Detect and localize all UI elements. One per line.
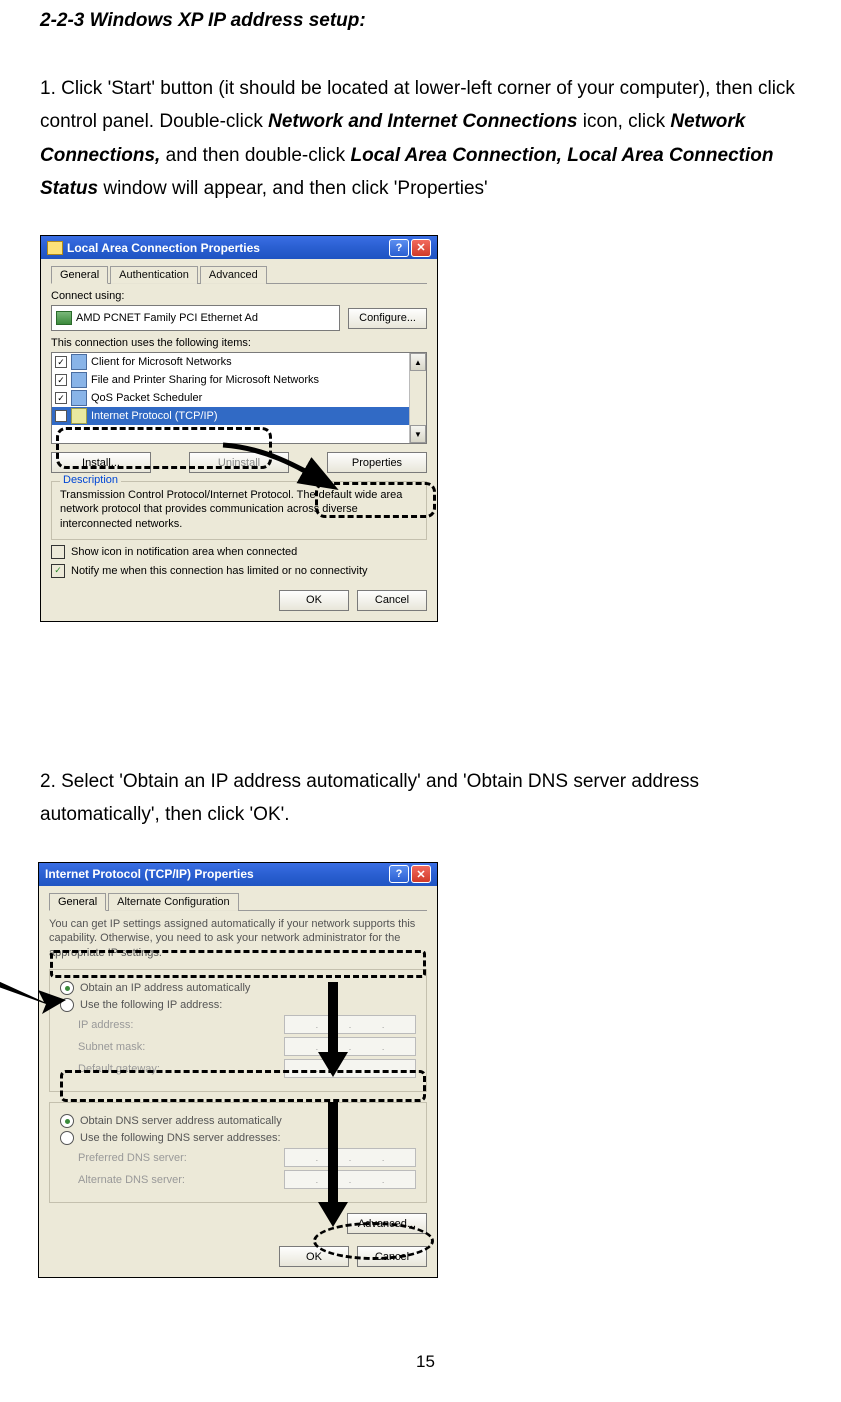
tabs: General Alternate Configuration <box>49 892 427 911</box>
alt-dns-input[interactable]: ... <box>284 1170 416 1189</box>
text-bold: Network and Internet Connections <box>268 111 577 132</box>
description-fieldset: Description Transmission Control Protoco… <box>51 481 427 540</box>
description-legend: Description <box>60 474 121 486</box>
item-label: File and Printer Sharing for Microsoft N… <box>91 374 319 386</box>
connect-using-label: Connect using: <box>51 290 427 302</box>
titlebar: Internet Protocol (TCP/IP) Properties ? … <box>39 863 437 886</box>
list-item[interactable]: ✓ QoS Packet Scheduler <box>52 389 426 407</box>
radio-label: Obtain DNS server address automatically <box>80 1115 282 1127</box>
gateway-input[interactable]: ... <box>284 1059 416 1078</box>
service-icon <box>71 390 87 406</box>
radio-auto-ip[interactable] <box>60 981 74 995</box>
description-text: Transmission Control Protocol/Internet P… <box>60 488 418 531</box>
checkbox-icon[interactable]: ✓ <box>55 374 67 386</box>
window-title: Local Area Connection Properties <box>67 241 260 255</box>
install-button[interactable]: Install... <box>51 452 151 473</box>
gateway-label: Default gateway: <box>78 1063 160 1075</box>
subnet-label: Subnet mask: <box>78 1041 145 1053</box>
text-segment: and then double-click <box>160 145 350 166</box>
tcpip-properties-dialog: Internet Protocol (TCP/IP) Properties ? … <box>38 862 438 1279</box>
protocol-icon <box>71 408 87 424</box>
radio-label: Use the following DNS server addresses: <box>80 1132 281 1144</box>
tab-authentication[interactable]: Authentication <box>110 266 198 284</box>
text-segment: icon, click <box>577 111 670 132</box>
page-number: 15 <box>40 1352 811 1372</box>
configure-button[interactable]: Configure... <box>348 308 427 329</box>
nic-icon <box>56 311 72 325</box>
nic-name: AMD PCNET Family PCI Ethernet Ad <box>76 312 258 324</box>
uninstall-button[interactable]: Uninstall <box>189 452 289 473</box>
checkbox-icon[interactable]: ✓ <box>55 356 67 368</box>
pref-dns-input[interactable]: ... <box>284 1148 416 1167</box>
help-button[interactable]: ? <box>389 239 409 257</box>
dns-settings-group: Obtain DNS server address automatically … <box>49 1102 427 1203</box>
step-2-text: 2. Select 'Obtain an IP address automati… <box>40 765 811 832</box>
item-label: Internet Protocol (TCP/IP) <box>91 410 218 422</box>
close-button[interactable]: ✕ <box>411 239 431 257</box>
service-icon <box>71 354 87 370</box>
list-item[interactable]: ✓ File and Printer Sharing for Microsoft… <box>52 371 426 389</box>
tab-general[interactable]: General <box>51 266 108 284</box>
list-item-selected[interactable]: ✓ Internet Protocol (TCP/IP) <box>52 407 426 425</box>
radio-label: Obtain an IP address automatically <box>80 982 250 994</box>
show-icon-label: Show icon in notification area when conn… <box>71 546 297 558</box>
window-title: Internet Protocol (TCP/IP) Properties <box>45 867 254 881</box>
notify-label: Notify me when this connection has limit… <box>71 565 368 577</box>
scroll-down-icon[interactable]: ▼ <box>410 425 426 443</box>
ok-button[interactable]: OK <box>279 590 349 611</box>
ip-address-input[interactable]: ... <box>284 1015 416 1034</box>
step-1-text: 1. Click 'Start' button (it should be lo… <box>40 72 811 205</box>
ip-address-label: IP address: <box>78 1019 133 1031</box>
ip-settings-group: Obtain an IP address automatically Use t… <box>49 969 427 1092</box>
radio-label: Use the following IP address: <box>80 999 222 1011</box>
info-text: You can get IP settings assigned automat… <box>49 917 427 962</box>
section-heading: 2-2-3 Windows XP IP address setup: <box>40 10 811 32</box>
checkbox-icon[interactable]: ✓ <box>55 410 67 422</box>
tabs: General Authentication Advanced <box>51 265 427 284</box>
tab-general[interactable]: General <box>49 893 106 911</box>
checkbox-icon[interactable]: ✓ <box>55 392 67 404</box>
list-item[interactable]: ✓ Client for Microsoft Networks <box>52 353 426 371</box>
tab-advanced[interactable]: Advanced <box>200 266 267 284</box>
nic-field: AMD PCNET Family PCI Ethernet Ad <box>51 305 340 331</box>
service-icon <box>71 372 87 388</box>
cancel-button[interactable]: Cancel <box>357 1246 427 1267</box>
scroll-up-icon[interactable]: ▲ <box>410 353 426 371</box>
items-label: This connection uses the following items… <box>51 337 427 349</box>
lan-properties-dialog: Local Area Connection Properties ? ✕ Gen… <box>40 235 438 622</box>
advanced-button[interactable]: Advanced... <box>347 1213 427 1234</box>
radio-manual-dns[interactable] <box>60 1131 74 1145</box>
titlebar: Local Area Connection Properties ? ✕ <box>41 236 437 259</box>
close-button[interactable]: ✕ <box>411 865 431 883</box>
item-label: QoS Packet Scheduler <box>91 392 202 404</box>
help-button[interactable]: ? <box>389 865 409 883</box>
radio-auto-dns[interactable] <box>60 1114 74 1128</box>
pref-dns-label: Preferred DNS server: <box>78 1152 187 1164</box>
alt-dns-label: Alternate DNS server: <box>78 1174 185 1186</box>
item-label: Client for Microsoft Networks <box>91 356 232 368</box>
notify-checkbox[interactable]: ✓ <box>51 564 65 578</box>
properties-button[interactable]: Properties <box>327 452 427 473</box>
text-segment: window will appear, and then click 'Prop… <box>98 178 488 199</box>
connection-items-list[interactable]: ✓ Client for Microsoft Networks ✓ File a… <box>51 352 427 444</box>
ok-button[interactable]: OK <box>279 1246 349 1267</box>
window-icon: Local Area Connection Properties <box>47 241 260 255</box>
tab-alternate-config[interactable]: Alternate Configuration <box>108 893 239 911</box>
scrollbar[interactable]: ▲ ▼ <box>409 353 426 443</box>
show-icon-checkbox[interactable] <box>51 545 65 559</box>
radio-manual-ip[interactable] <box>60 998 74 1012</box>
cancel-button[interactable]: Cancel <box>357 590 427 611</box>
subnet-input[interactable]: ... <box>284 1037 416 1056</box>
